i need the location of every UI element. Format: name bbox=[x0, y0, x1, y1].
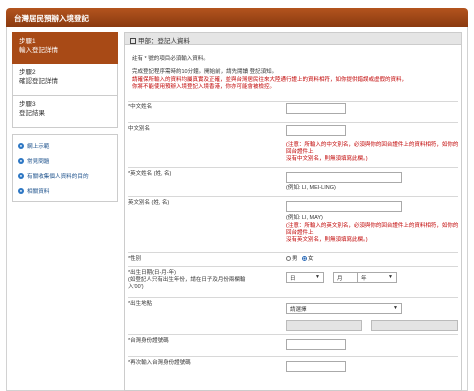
chevron-down-icon: ▼ bbox=[393, 305, 398, 311]
male-radio[interactable] bbox=[286, 256, 291, 261]
help-links: ● 網上示範 ● 常見問題 ● 有關收集個人資料的目的 ● 相關資料 bbox=[12, 134, 118, 202]
english-alias-example: (例如: LI, MAY) bbox=[286, 215, 323, 221]
info-icon: ● bbox=[18, 172, 24, 179]
dob-year-value: 年 bbox=[361, 276, 367, 282]
link-privacy[interactable]: ● 有關收集個人資料的目的 bbox=[18, 168, 112, 183]
divider bbox=[128, 196, 458, 197]
chevron-down-icon: ▼ bbox=[388, 274, 393, 280]
birthplace-sub-select-2[interactable] bbox=[371, 320, 458, 331]
step-3-label: 登記結果 bbox=[19, 110, 45, 117]
tw-id-input[interactable] bbox=[286, 339, 346, 350]
page-title: 台灣居民預辦入境登記 bbox=[14, 14, 89, 23]
divider bbox=[128, 356, 458, 357]
english-name-example: (例如: LI, MEI-LING) bbox=[286, 185, 336, 191]
divider bbox=[128, 252, 458, 253]
female-radio[interactable] bbox=[302, 256, 308, 261]
link-related[interactable]: ● 相關資料 bbox=[18, 183, 112, 198]
link-privacy-label[interactable]: 有關收集個人資料的目的 bbox=[27, 172, 89, 180]
step-3: 步驟3 登記結果 bbox=[12, 96, 118, 128]
divider bbox=[128, 266, 458, 267]
chinese-name-input[interactable] bbox=[286, 103, 346, 114]
chinese-alias-note-1: (注意：所輸入的中文別名，必須與你的回台證件上的資料相符，如你的回台證件上 bbox=[286, 142, 459, 155]
step-1: 步驟1 輸入登記詳情 bbox=[12, 32, 118, 64]
birthplace-select[interactable]: 請選擇 ▼ bbox=[286, 303, 402, 314]
english-name-input[interactable] bbox=[286, 172, 402, 183]
divider bbox=[128, 334, 458, 335]
divider bbox=[128, 122, 458, 123]
divider bbox=[128, 101, 458, 102]
english-name-label: *英文姓名 (姓, 名) bbox=[128, 171, 172, 177]
tw-id-confirm-label: *再次輸入台灣身份證號碼 bbox=[128, 360, 191, 366]
divider bbox=[128, 297, 458, 298]
required-note: 註有 * 號的項目必須輸入資料。 bbox=[132, 56, 209, 62]
female-label: 女 bbox=[308, 256, 314, 262]
section-icon bbox=[130, 38, 136, 44]
link-faq-label[interactable]: 常見問題 bbox=[27, 157, 49, 165]
dob-note-1: (如登記人只有出生年份，請在日子及月份兩欄輸 bbox=[128, 277, 246, 283]
tw-id-confirm-input[interactable] bbox=[286, 361, 346, 372]
male-label: 男 bbox=[292, 256, 298, 262]
sex-label: *性別 bbox=[128, 256, 142, 262]
link-demo[interactable]: ● 網上示範 bbox=[18, 138, 112, 153]
dob-day-value: 日 bbox=[290, 276, 296, 282]
english-alias-label: 英文別名 (姓, 名) bbox=[128, 200, 170, 206]
birthplace-label: *出生地點 bbox=[128, 301, 153, 307]
link-related-label[interactable]: 相關資料 bbox=[27, 187, 49, 195]
step-2: 步驟2 確認登記詳情 bbox=[12, 64, 118, 96]
info-icon: ● bbox=[18, 187, 24, 194]
english-alias-note-2: 沒有英文別名，則無須填寫此欄。) bbox=[286, 237, 368, 243]
step-3-number: 步驟3 bbox=[19, 101, 36, 108]
step-1-number: 步驟1 bbox=[19, 38, 36, 45]
link-demo-label[interactable]: 網上示範 bbox=[27, 142, 49, 150]
english-alias-input[interactable] bbox=[286, 201, 402, 212]
step-2-number: 步驟2 bbox=[19, 69, 36, 76]
step-list: 步驟1 輸入登記詳情 步驟2 確認登記詳情 步驟3 登記結果 bbox=[12, 32, 118, 128]
dob-label: *出生日期(日-月-年) bbox=[128, 270, 176, 276]
page-header: 台灣居民預辦入境登記 bbox=[6, 8, 468, 27]
step-1-label: 輸入登記詳情 bbox=[19, 47, 58, 54]
time-note: 完成登記程序需時約10分鐘。開始前，請先閱讀 登記須知。 bbox=[132, 69, 278, 75]
chinese-alias-note-2: 沒有中文別名，則無須填寫此欄。) bbox=[286, 156, 368, 162]
chevron-down-icon: ▼ bbox=[315, 274, 320, 280]
info-icon: ● bbox=[18, 157, 24, 164]
dob-note-2: 入'00') bbox=[128, 284, 144, 290]
birthplace-sub-select-1[interactable] bbox=[286, 320, 362, 331]
dob-day-select[interactable]: 日 ▼ bbox=[286, 272, 324, 283]
sex-radio-group: 男 女 bbox=[286, 256, 314, 263]
chinese-name-label: *中文姓名 bbox=[128, 104, 153, 110]
chinese-alias-label: 中文別名 bbox=[128, 126, 151, 132]
divider bbox=[128, 167, 458, 168]
dob-year-select[interactable]: 年 ▼ bbox=[357, 272, 397, 283]
section-title: 甲部：登記人資料 bbox=[138, 38, 190, 45]
section-header: 甲部：登記人資料 bbox=[124, 32, 462, 45]
birthplace-value: 請選擇 bbox=[290, 307, 307, 313]
step-2-label: 確認登記詳情 bbox=[19, 78, 58, 85]
english-alias-note-1: (注意：所輸入的英文別名，必須與你的回台證件上的資料相符，如你的回台證件上 bbox=[286, 223, 459, 236]
warning-line-1: 請確保所輸入的資料均屬真實及正確，並與台灣居民往來大陸通行證上的資料相符，如你提… bbox=[132, 77, 408, 83]
warning-line-2: 你將不能使用預辦入境登記入境香港，你亦可能會被檢控。 bbox=[132, 84, 276, 90]
link-faq[interactable]: ● 常見問題 bbox=[18, 153, 112, 168]
tw-id-label: *台灣身份證號碼 bbox=[128, 338, 169, 344]
info-icon: ● bbox=[18, 142, 24, 149]
dob-month-value: 月 bbox=[337, 276, 343, 282]
chinese-alias-input[interactable] bbox=[286, 125, 346, 136]
